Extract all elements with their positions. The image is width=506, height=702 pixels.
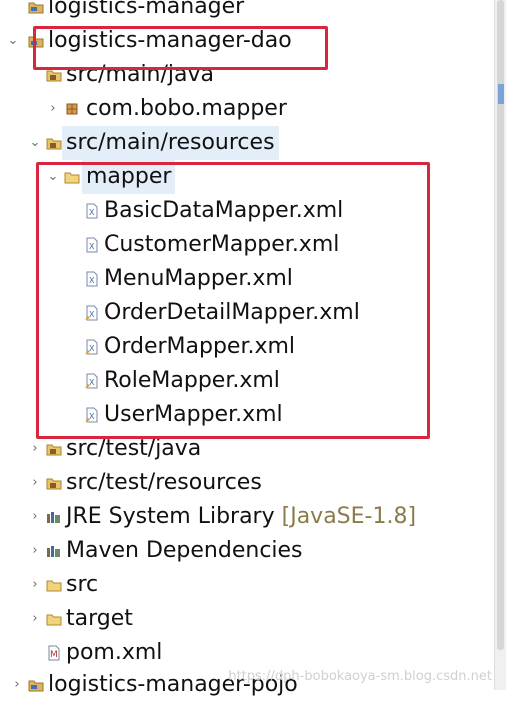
tree-item-label: BasicDataMapper.xml — [104, 198, 344, 223]
expand-arrow-icon[interactable]: › — [28, 500, 42, 534]
collapse-arrow-icon[interactable]: ⌄ — [46, 160, 60, 194]
vertical-scrollbar[interactable] — [494, 0, 506, 690]
tree-item-user-mapper-xml[interactable]: X UserMapper.xml — [0, 398, 494, 432]
tree-item-logistics-manager[interactable]: logistics-manager — [0, 0, 494, 24]
tree-item-label: JRE System Library [JavaSE-1.8] — [66, 500, 416, 534]
collapse-arrow-icon[interactable]: ⌄ — [28, 126, 42, 160]
project-icon — [28, 677, 44, 693]
project-icon — [28, 33, 44, 49]
source-folder-icon — [46, 475, 62, 491]
tree-item-target-folder[interactable]: › target — [0, 602, 494, 636]
svg-text:X: X — [89, 310, 95, 319]
tree-item-label: target — [66, 606, 133, 631]
xml-file-icon: X — [84, 271, 100, 287]
tree-item-basic-data-mapper-xml[interactable]: X BasicDataMapper.xml — [0, 194, 494, 228]
tree-item-label: src — [66, 572, 99, 597]
xml-file-icon: X — [84, 305, 100, 321]
package-icon — [64, 101, 80, 117]
tree-item-label: OrderDetailMapper.xml — [104, 300, 360, 325]
tree-item-label: OrderMapper.xml — [104, 334, 296, 359]
tree-item-label: MenuMapper.xml — [104, 266, 293, 291]
xml-file-icon: X — [84, 237, 100, 253]
tree-item-src-folder[interactable]: › src — [0, 568, 494, 602]
svg-text:X: X — [89, 412, 95, 421]
folder-icon — [64, 169, 80, 185]
svg-text:X: X — [89, 276, 95, 285]
tree-item-order-mapper-xml[interactable]: X OrderMapper.xml — [0, 330, 494, 364]
xml-file-icon: X — [84, 373, 100, 389]
tree-item-menu-mapper-xml[interactable]: X MenuMapper.xml — [0, 262, 494, 296]
xml-file-icon: X — [84, 407, 100, 423]
folder-icon — [46, 577, 62, 593]
folder-icon — [46, 611, 62, 627]
svg-text:X: X — [89, 208, 95, 217]
xml-file-icon: X — [84, 339, 100, 355]
expand-arrow-icon[interactable]: › — [28, 534, 42, 568]
tree-item-label: RoleMapper.xml — [104, 368, 280, 393]
expand-arrow-icon[interactable]: › — [28, 602, 42, 636]
tree-item-com-bobo-mapper[interactable]: › com.bobo.mapper — [0, 92, 494, 126]
collapse-arrow-icon[interactable]: ⌄ — [6, 24, 20, 58]
tree-item-label: Maven Dependencies — [66, 538, 303, 563]
tree-item-src-main-java[interactable]: src/main/java — [0, 58, 494, 92]
library-name: JRE System Library — [66, 504, 275, 529]
tree-item-label: logistics-manager-dao — [48, 28, 292, 53]
project-icon — [28, 0, 44, 15]
tree-item-jre-system-library[interactable]: › JRE System Library [JavaSE-1.8] — [0, 500, 494, 534]
svg-text:X: X — [89, 344, 95, 353]
library-version-decoration: [JavaSE-1.8] — [281, 504, 417, 529]
library-icon — [46, 543, 62, 559]
expand-arrow-icon[interactable]: › — [28, 568, 42, 602]
maven-pom-icon: M — [46, 645, 62, 661]
expand-arrow-icon[interactable]: › — [10, 668, 24, 702]
svg-text:X: X — [89, 242, 95, 251]
tree-item-mapper-folder[interactable]: ⌄ mapper — [0, 160, 494, 194]
expand-arrow-icon[interactable]: › — [46, 92, 60, 126]
tree-item-label: src/test/resources — [66, 470, 262, 495]
expand-arrow-icon[interactable] — [10, 0, 24, 24]
xml-file-icon: X — [84, 203, 100, 219]
tree-item-src-test-resources[interactable]: › src/test/resources — [0, 466, 494, 500]
tree-item-label: pom.xml — [66, 640, 163, 665]
tree-item-maven-dependencies[interactable]: › Maven Dependencies — [0, 534, 494, 568]
tree-item-label: logistics-manager — [48, 0, 245, 19]
tree-item-customer-mapper-xml[interactable]: X CustomerMapper.xml — [0, 228, 494, 262]
tree-item-label: src/main/resources — [62, 126, 279, 160]
tree-item-label: CustomerMapper.xml — [104, 232, 340, 257]
tree-item-label: UserMapper.xml — [104, 402, 283, 427]
source-folder-icon — [46, 441, 62, 457]
svg-text:X: X — [89, 378, 95, 387]
library-icon — [46, 509, 62, 525]
tree-item-pom-xml[interactable]: M pom.xml — [0, 636, 494, 670]
tree-item-logistics-manager-dao[interactable]: ⌄ logistics-manager-dao — [0, 24, 494, 58]
scrollbar-marker — [498, 84, 504, 104]
tree-item-role-mapper-xml[interactable]: X RoleMapper.xml — [0, 364, 494, 398]
expand-arrow-icon[interactable] — [28, 58, 42, 92]
svg-text:M: M — [50, 650, 58, 660]
tree-item-label: src/test/java — [66, 436, 202, 461]
tree-item-src-test-java[interactable]: › src/test/java — [0, 432, 494, 466]
watermark: https://dph-bobokaoya-sm.blog.csdn.net — [228, 669, 492, 684]
tree-item-label: mapper — [82, 160, 176, 194]
project-explorer-tree: logistics-manager ⌄ logistics-manager-da… — [0, 0, 494, 697]
tree-item-order-detail-mapper-xml[interactable]: X OrderDetailMapper.xml — [0, 296, 494, 330]
source-folder-icon — [46, 67, 62, 83]
tree-item-label: com.bobo.mapper — [86, 96, 287, 121]
expand-arrow-icon[interactable]: › — [28, 466, 42, 500]
tree-item-label: src/main/java — [66, 62, 215, 87]
expand-arrow-icon[interactable]: › — [28, 432, 42, 466]
tree-item-src-main-resources[interactable]: ⌄ src/main/resources — [0, 126, 494, 160]
source-folder-icon — [46, 135, 62, 151]
